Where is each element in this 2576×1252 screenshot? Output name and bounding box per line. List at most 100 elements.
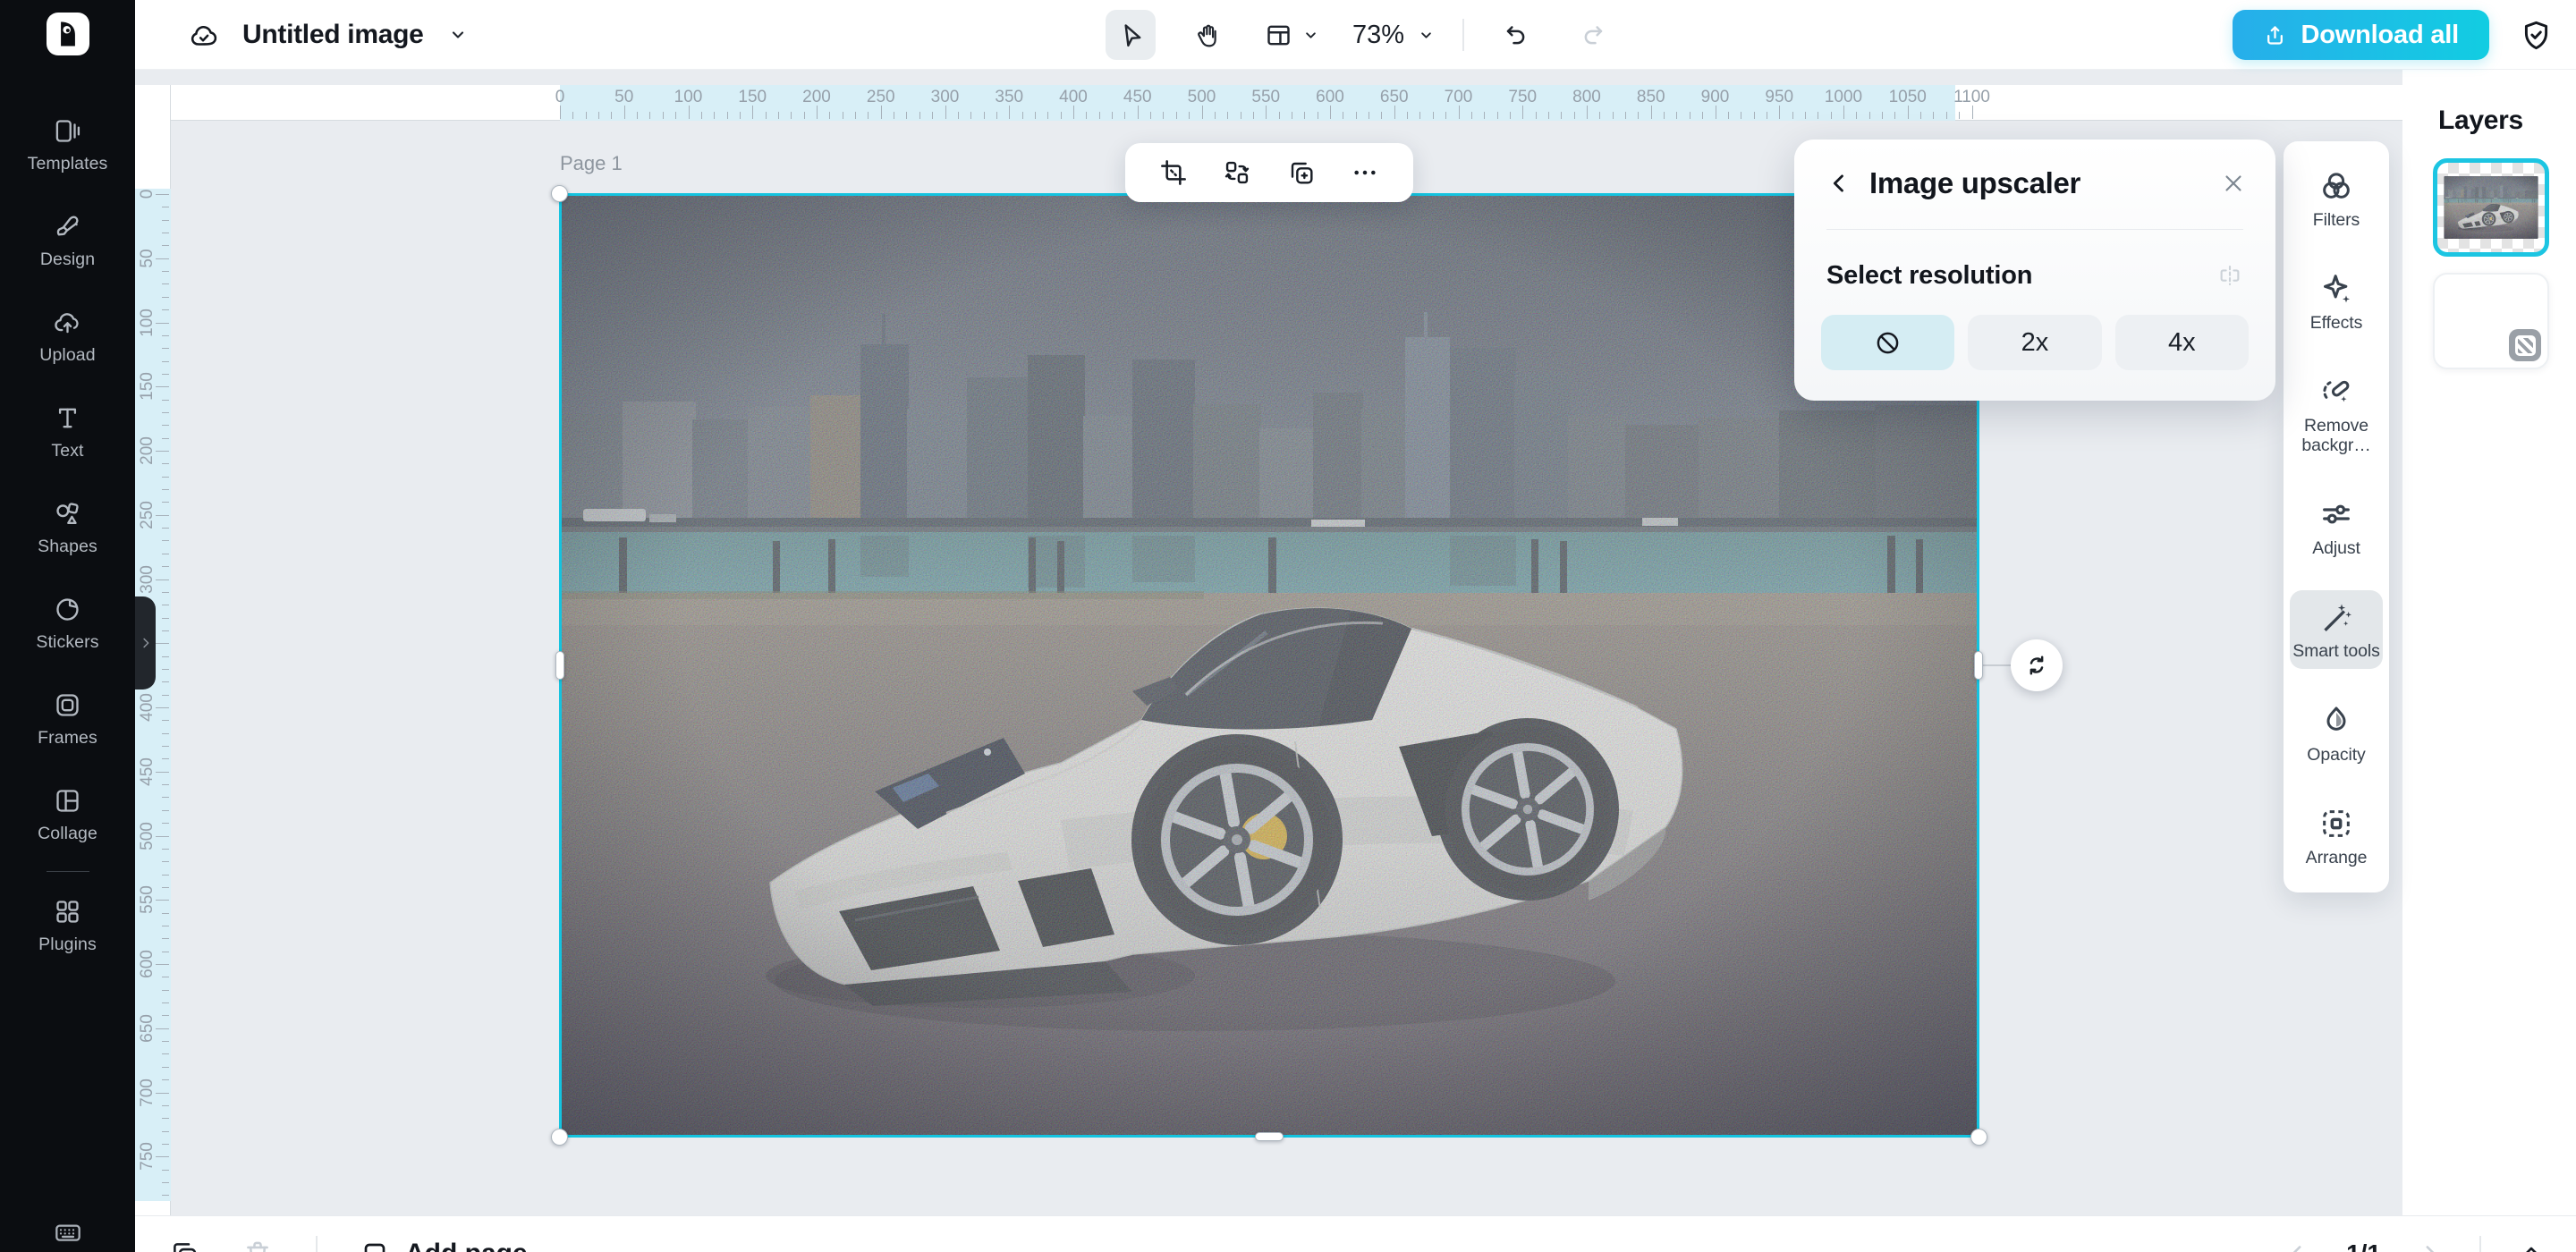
sidebar-item-label: Design	[40, 250, 95, 270]
redo-button[interactable]	[1568, 10, 1618, 60]
replace-button[interactable]	[1212, 148, 1262, 198]
back-icon[interactable]	[1826, 171, 1852, 196]
ruler-tick	[162, 1131, 169, 1132]
ruler-tick	[906, 112, 907, 119]
duplicate-button[interactable]	[1276, 148, 1326, 198]
car-image-layer[interactable]	[560, 194, 1979, 1137]
rotate-button[interactable]	[2011, 639, 2063, 691]
sidebar-item-collage[interactable]: Collage	[0, 768, 135, 864]
ruler-tick	[829, 112, 830, 119]
resolution-option-4x[interactable]: 4x	[2115, 315, 2249, 370]
resolution-option-2x[interactable]: 2x	[1968, 315, 2101, 370]
layout-tool-button[interactable]	[1259, 10, 1326, 60]
handle-middle-left[interactable]	[555, 651, 564, 680]
ruler-tick	[162, 784, 169, 785]
page-label: Page 1	[560, 152, 623, 175]
crop-button[interactable]	[1148, 148, 1199, 198]
ruler-tick	[156, 194, 169, 195]
sidebar-item-label: Text	[51, 441, 83, 461]
handle-bottom-left[interactable]	[551, 1129, 568, 1146]
undo-button[interactable]	[1491, 10, 1541, 60]
handle-top-left[interactable]	[551, 185, 568, 202]
ruler-tick	[611, 112, 612, 119]
layer-thumbnail-image	[2444, 176, 2538, 239]
sidebar-item-templates[interactable]: Templates	[0, 98, 135, 194]
ruler-tick	[1433, 112, 1434, 119]
toolbar-divider	[1462, 19, 1464, 51]
delete-page-icon[interactable]	[242, 1239, 273, 1252]
ruler-tick	[162, 361, 169, 362]
resolution-option-label: 4x	[2168, 328, 2196, 358]
ruler-tick	[1484, 112, 1485, 119]
add-page-button[interactable]: Add page	[360, 1239, 528, 1252]
top-bar: Untitled image 73% Download all	[135, 0, 2576, 70]
tool-smart-tools[interactable]: Smart tools	[2290, 590, 2383, 668]
ruler-label: 400	[138, 693, 157, 722]
pan-tool-button[interactable]	[1182, 10, 1233, 60]
templates-icon	[54, 117, 81, 145]
sidebar-item-stickers[interactable]: Stickers	[0, 577, 135, 673]
transparent-layer-badge	[2509, 329, 2541, 361]
keyboard-shortcuts-button[interactable]	[0, 1218, 135, 1247]
ruler-label: 150	[138, 372, 157, 401]
stickers-icon	[54, 596, 81, 623]
document-title[interactable]: Untitled image	[242, 20, 424, 50]
title-chevron-down-icon[interactable]	[447, 24, 469, 46]
resolution-option-none[interactable]	[1821, 315, 1954, 370]
ruler-tick	[156, 900, 169, 901]
sidebar-item-plugins[interactable]: Plugins	[0, 879, 135, 975]
next-page-icon[interactable]	[2417, 1240, 2444, 1252]
ruler-tick	[1035, 112, 1036, 119]
ruler-label: 150	[738, 88, 767, 107]
select-tool-button[interactable]	[1106, 10, 1156, 60]
sidebar-expand-tab[interactable]	[135, 596, 156, 689]
duplicate-page-icon[interactable]	[169, 1239, 199, 1252]
tool-label: Arrange	[2306, 848, 2368, 867]
shield-check-icon[interactable]	[2520, 19, 2553, 52]
ruler-tick	[162, 400, 169, 401]
ruler-tick	[162, 1067, 169, 1068]
handle-middle-bottom[interactable]	[1255, 1132, 1284, 1141]
ruler-tick	[162, 425, 169, 426]
select-resolution-label: Select resolution	[1826, 261, 2032, 291]
sidebar-item-frames[interactable]: Frames	[0, 673, 135, 768]
ruler-label: 200	[802, 88, 831, 107]
tool-filters[interactable]: Filters	[2290, 159, 2383, 237]
ruler-tick	[162, 797, 169, 798]
close-icon[interactable]	[2220, 170, 2247, 197]
compare-icon[interactable]	[2216, 262, 2243, 289]
replace-icon	[1223, 158, 1251, 187]
layer-thumbnail-page[interactable]	[2433, 273, 2549, 369]
sidebar-item-label: Shapes	[38, 537, 97, 557]
handle-bottom-right[interactable]	[1970, 1129, 1987, 1146]
sidebar-item-design[interactable]: Design	[0, 194, 135, 290]
ruler-tick	[162, 1182, 169, 1183]
app-logo[interactable]	[47, 13, 89, 55]
upload-icon	[54, 309, 81, 336]
ruler-tick	[1445, 112, 1446, 119]
layers-title: Layers	[2438, 106, 2523, 136]
sidebar-item-text[interactable]: Text	[0, 385, 135, 481]
layer-thumbnail-selected[interactable]	[2433, 158, 2549, 257]
previous-page-icon[interactable]	[2284, 1240, 2310, 1252]
tool-effects[interactable]: Effects	[2290, 262, 2383, 340]
tool-adjust[interactable]: Adjust	[2290, 487, 2383, 565]
sidebar-item-upload[interactable]: Upload	[0, 290, 135, 385]
tool-opacity[interactable]: Opacity	[2290, 694, 2383, 772]
more-button[interactable]	[1340, 148, 1390, 198]
handle-middle-right[interactable]	[1974, 651, 1983, 680]
ruler-tick	[156, 579, 169, 580]
sidebar-item-shapes[interactable]: Shapes	[0, 481, 135, 577]
ruler-label: 450	[1123, 88, 1152, 107]
tool-arrange[interactable]: Arrange	[2290, 797, 2383, 875]
ruler-tick	[1522, 106, 1523, 119]
expand-pages-icon[interactable]	[2517, 1239, 2546, 1252]
tool-label: Effects	[2310, 313, 2363, 333]
tool-remove-background[interactable]: Remove backgr…	[2290, 365, 2383, 463]
zoom-dropdown[interactable]: 73%	[1352, 21, 1436, 50]
ruler-tick	[1061, 112, 1062, 119]
ruler-tick	[1227, 112, 1228, 119]
ruler-label: 600	[1316, 88, 1344, 107]
ruler-tick	[162, 1144, 169, 1145]
download-all-button[interactable]: Download all	[2233, 10, 2489, 60]
